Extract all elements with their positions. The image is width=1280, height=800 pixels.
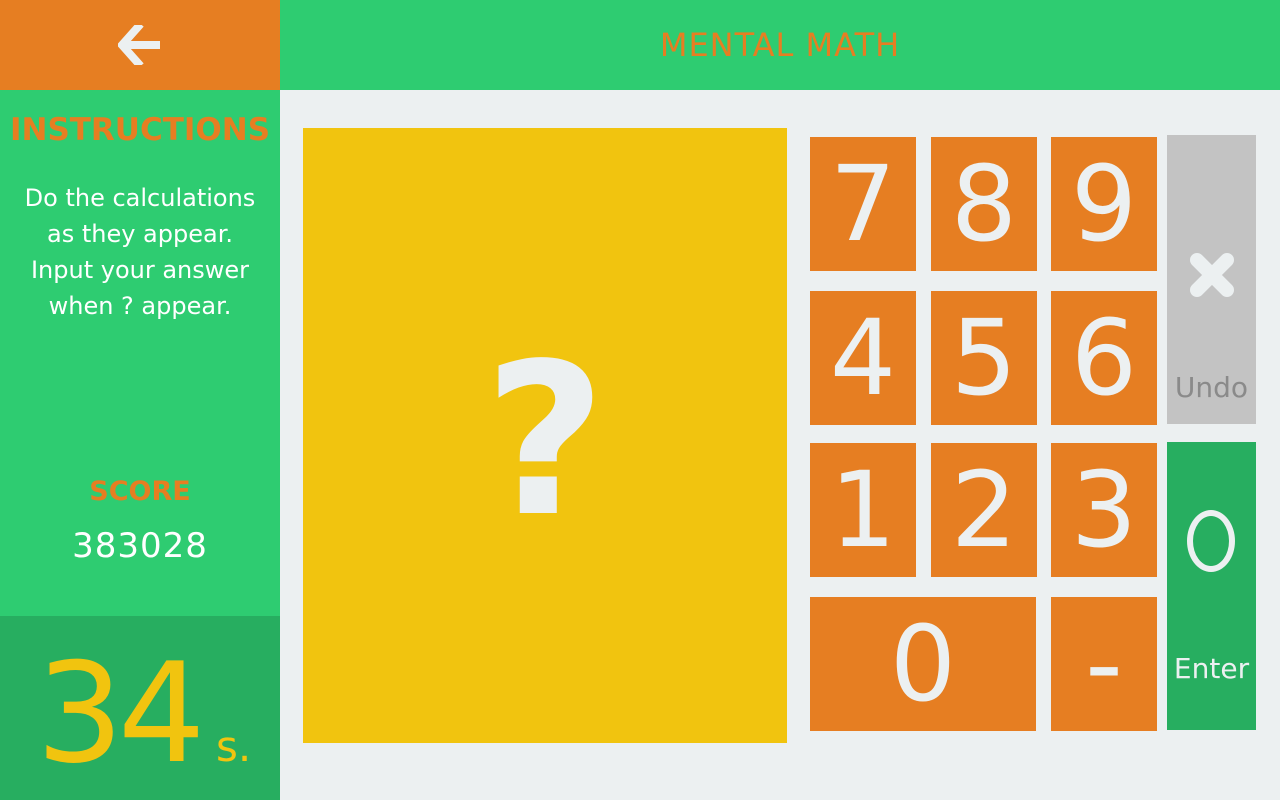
score-label: SCORE [89, 476, 191, 507]
instructions-text: Do the calculations as they appear. Inpu… [10, 180, 270, 324]
instructions-title: INSTRUCTIONS [9, 112, 271, 148]
score-value: 383028 [72, 526, 208, 566]
key-0[interactable]: 0 [810, 597, 1036, 731]
key-label: 0 [889, 603, 957, 725]
close-icon [1190, 253, 1234, 297]
key-label: 5 [950, 297, 1018, 419]
timer-value: 34 [36, 633, 206, 794]
key-label: 2 [950, 449, 1018, 571]
key-label: - [1085, 603, 1123, 725]
sidebar: INSTRUCTIONS Do the calculations as they… [0, 90, 280, 616]
key-4[interactable]: 4 [810, 291, 916, 425]
instructions-line: Do the calculations [24, 184, 256, 212]
key-5[interactable]: 5 [931, 291, 1037, 425]
key-9[interactable]: 9 [1051, 137, 1157, 271]
key-2[interactable]: 2 [931, 443, 1037, 577]
back-button[interactable] [0, 0, 280, 90]
question-text: ? [484, 318, 606, 563]
key-3[interactable]: 3 [1051, 443, 1157, 577]
undo-label: Undo [1174, 371, 1249, 404]
instructions-line: as they appear. [47, 220, 233, 248]
key-label: 4 [829, 297, 897, 419]
instructions-line: Input your answer [30, 256, 250, 284]
key-6[interactable]: 6 [1051, 291, 1157, 425]
key-1[interactable]: 1 [810, 443, 916, 577]
arrow-left-icon [118, 25, 160, 65]
enter-button[interactable]: Enter [1167, 442, 1256, 730]
undo-button[interactable]: Undo [1167, 135, 1256, 424]
question-display: ? [303, 128, 787, 743]
header-bar: MENTAL MATH [280, 0, 1280, 90]
key-label: 3 [1070, 449, 1138, 571]
timer-unit: s. [216, 722, 252, 771]
key-label: 9 [1070, 143, 1138, 265]
circle-icon [1187, 510, 1235, 572]
enter-label: Enter [1173, 652, 1250, 685]
key-label: 8 [950, 143, 1018, 265]
key-label: 7 [829, 143, 897, 265]
timer-panel: 34 [0, 616, 280, 800]
key-label: 6 [1070, 297, 1138, 419]
instructions-line: when ? appear. [48, 292, 232, 320]
key-label: 1 [829, 449, 897, 571]
key-minus[interactable]: - [1051, 597, 1157, 731]
key-7[interactable]: 7 [810, 137, 916, 271]
page-title: MENTAL MATH [659, 26, 901, 64]
key-8[interactable]: 8 [931, 137, 1037, 271]
